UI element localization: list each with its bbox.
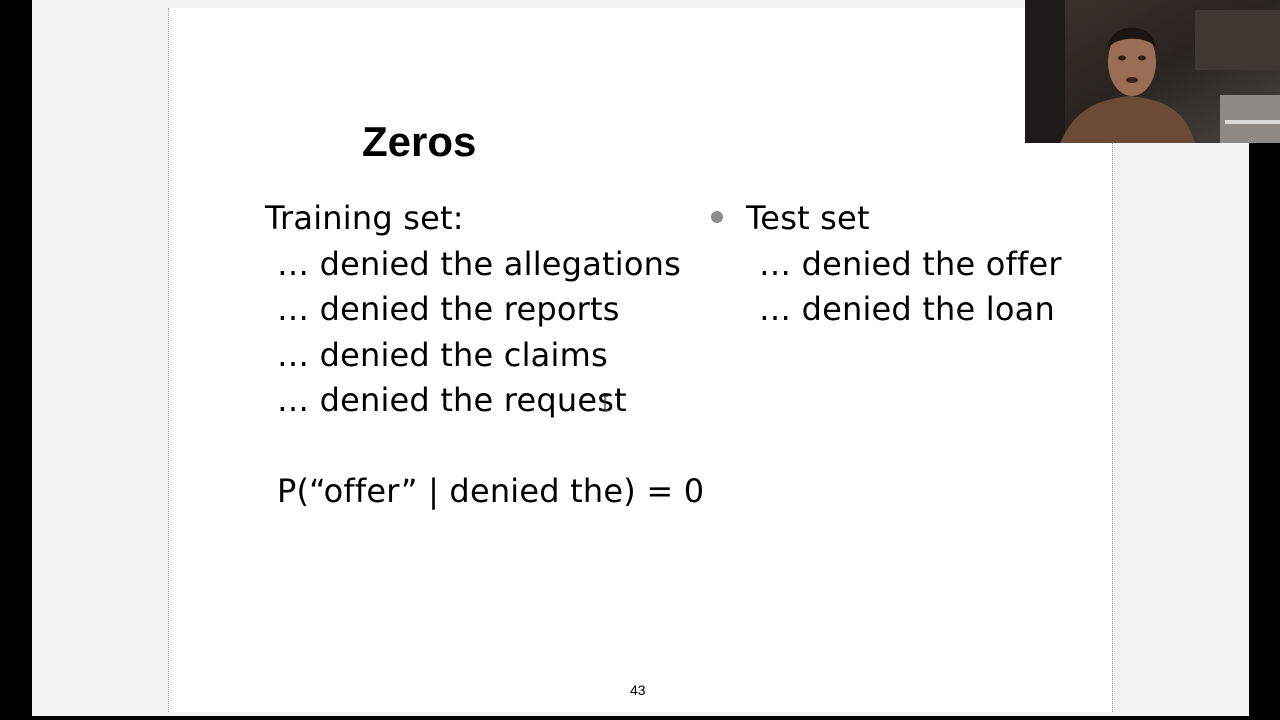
training-set-heading: Training set: [265, 199, 464, 237]
slide-title: Zeros [362, 118, 477, 165]
test-set-heading: Test set [746, 199, 870, 237]
training-item: … denied the claims [277, 336, 608, 374]
presenter-video-icon [1025, 0, 1280, 143]
webcam-overlay [1025, 0, 1280, 143]
test-item: … denied the loan [759, 290, 1055, 328]
training-item: … denied the reports [277, 290, 620, 328]
test-item: … denied the offer [759, 245, 1062, 283]
training-item: … denied the allegations [277, 245, 681, 283]
page-number: 43 [630, 682, 646, 698]
probability-formula: P(“offer” | denied the) = 0 [277, 472, 705, 510]
bullet-icon [711, 211, 723, 223]
text-cursor-icon [602, 395, 608, 411]
training-item: … denied the request [277, 381, 627, 419]
screen: Zeros Training set: … denied the allegat… [0, 0, 1280, 720]
